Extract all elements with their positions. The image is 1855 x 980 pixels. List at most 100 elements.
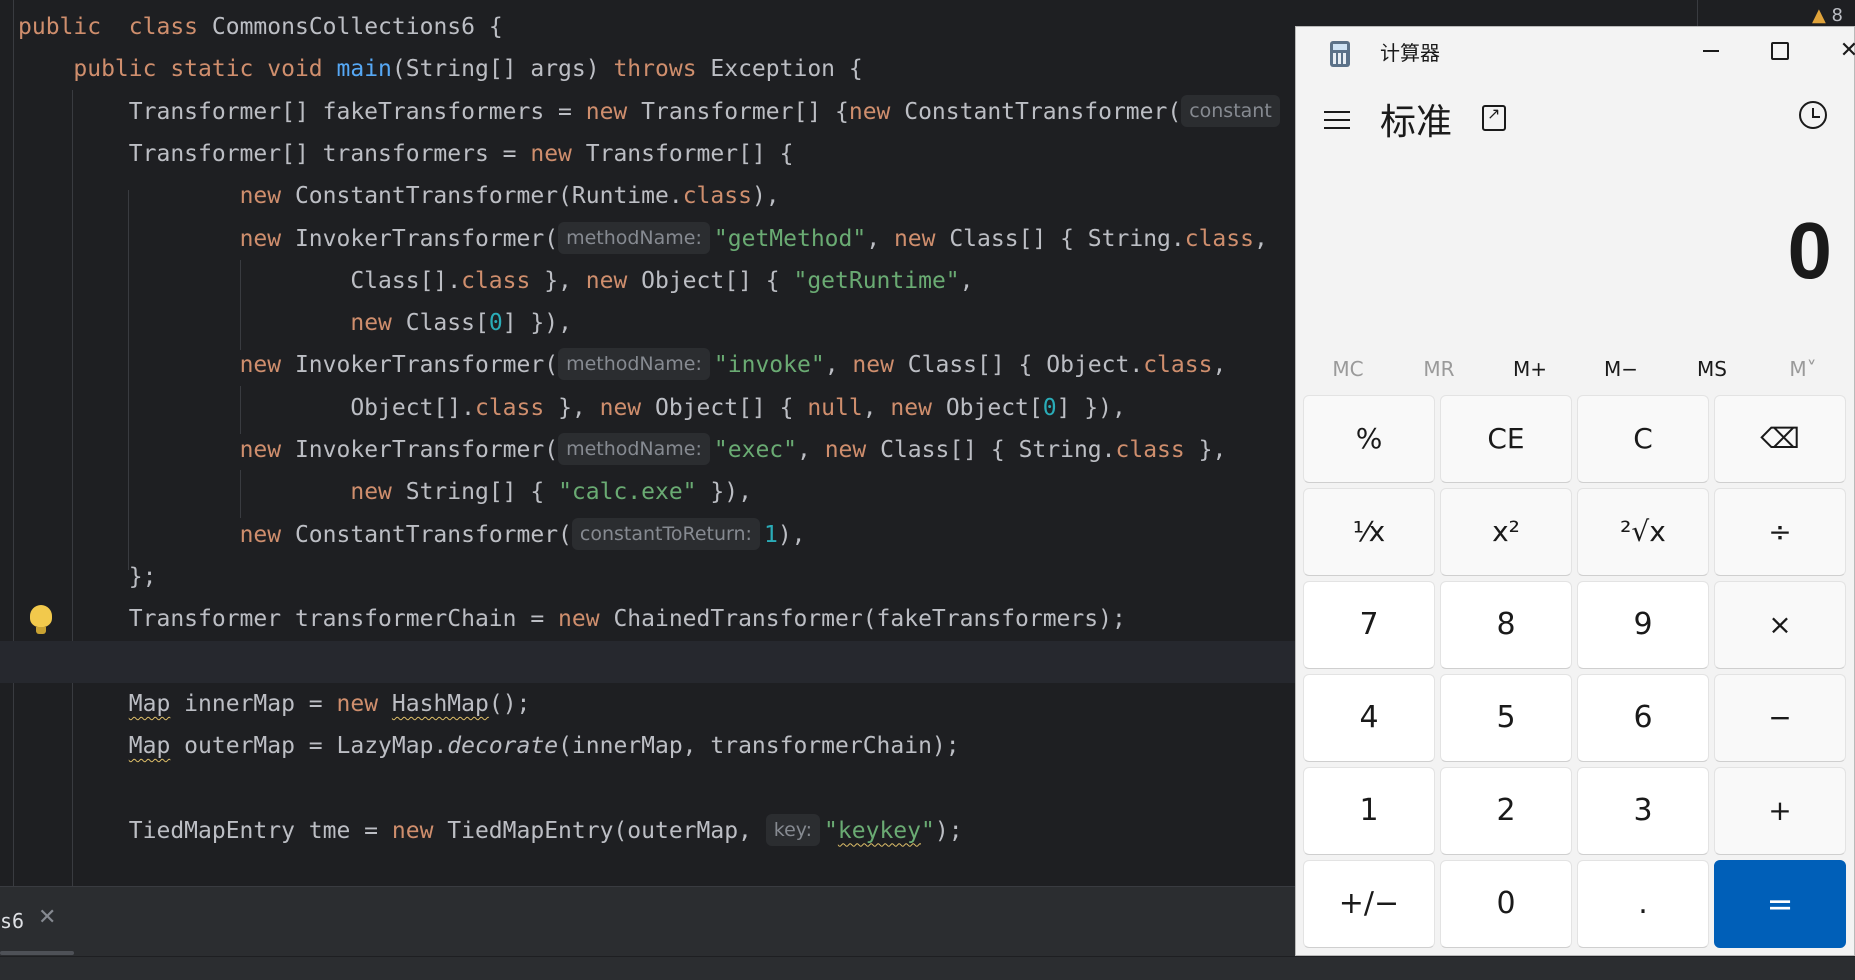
sqrt-key[interactable]: ²√x xyxy=(1577,488,1709,576)
code-line[interactable]: new ConstantTransformer(constantToReturn… xyxy=(18,514,806,556)
code-line[interactable]: new String[] { "calc.exe" }), xyxy=(18,471,752,513)
code-line[interactable]: Map innerMap = new HashMap(); xyxy=(18,683,531,725)
code-token: (String[] args) xyxy=(391,56,614,83)
code-token: Object[] { xyxy=(641,394,808,421)
code-token: 1 xyxy=(763,521,778,548)
code-token: Class[] { Object. xyxy=(893,352,1144,379)
history-icon[interactable] xyxy=(1799,101,1827,129)
parameter-hint: key: xyxy=(765,813,821,846)
code-token: }, xyxy=(544,394,600,421)
code-token: ConstantTransformer( xyxy=(890,98,1182,125)
scroll-indicator[interactable] xyxy=(0,951,74,955)
code-token: public static void xyxy=(73,56,323,83)
menu-button[interactable] xyxy=(1324,109,1350,131)
square-key[interactable]: x² xyxy=(1440,488,1572,576)
memory-button-ms[interactable]: MS xyxy=(1668,345,1756,393)
code-token: 0 xyxy=(1042,394,1057,421)
keep-on-top-icon[interactable] xyxy=(1482,104,1506,131)
multiply-key[interactable]: × xyxy=(1714,581,1846,669)
code-token: public xyxy=(18,14,102,40)
code-token: new xyxy=(852,352,894,379)
code-token: TiedMapEntry tme = xyxy=(18,817,392,844)
code-line[interactable]: new ConstantTransformer(Runtime.class), xyxy=(18,175,780,217)
code-line[interactable]: new InvokerTransformer(methodName: "exec"… xyxy=(18,429,1226,471)
code-token: String[] { xyxy=(391,479,559,506)
code-token: }, xyxy=(530,267,586,294)
code-token: new xyxy=(558,606,600,633)
minus-key[interactable]: − xyxy=(1714,674,1846,762)
code-line[interactable]: }; xyxy=(18,556,157,598)
memory-button-mr[interactable]: MR xyxy=(1395,345,1483,393)
code-token: class xyxy=(461,267,531,294)
code-token: Object[]. xyxy=(18,394,475,421)
memory-button-m[interactable]: M− xyxy=(1577,345,1665,393)
code-line[interactable]: public class CommonsCollections6 { xyxy=(18,6,503,48)
warning-indicator[interactable]: ▲ 8 xyxy=(1812,5,1843,26)
close-icon[interactable]: ✕ xyxy=(38,905,56,930)
memory-button-m+[interactable]: M+ xyxy=(1486,345,1574,393)
decimal-key[interactable]: . xyxy=(1577,860,1709,948)
digit-7-key[interactable]: 7 xyxy=(1303,581,1435,669)
minimize-icon xyxy=(1703,50,1719,52)
digit-0-key[interactable]: 0 xyxy=(1440,860,1572,948)
code-token: "exec" xyxy=(713,437,797,463)
code-token: new xyxy=(350,479,392,506)
code-token: Class[ xyxy=(391,310,489,337)
code-line[interactable]: Class[].class }, new Object[] { "getRunt… xyxy=(18,260,973,302)
code-token: new xyxy=(585,98,628,125)
title-bar[interactable]: 计算器 ✕ xyxy=(1296,27,1855,77)
equals-key[interactable]: = xyxy=(1714,860,1846,948)
code-line[interactable]: Transformer[] transformers = new Transfo… xyxy=(18,133,794,175)
clear-entry-key[interactable]: CE xyxy=(1440,395,1572,483)
lightbulb-icon[interactable] xyxy=(30,605,52,634)
memory-button-mc[interactable]: MC xyxy=(1304,345,1392,393)
reciprocal-key[interactable]: ⅟x xyxy=(1303,488,1435,576)
backspace-key[interactable]: ⌫ xyxy=(1714,395,1846,483)
digit-1-key[interactable]: 1 xyxy=(1303,767,1435,855)
code-line[interactable]: Transformer[] fakeTransformers = new Tra… xyxy=(18,91,1284,133)
code-token: outerMap = LazyMap. xyxy=(170,733,448,760)
plus-key[interactable]: + xyxy=(1714,767,1846,855)
percent-key[interactable]: % xyxy=(1303,395,1435,483)
minimize-button[interactable] xyxy=(1681,31,1741,71)
code-token: new xyxy=(239,437,282,463)
code-token: }, xyxy=(1184,437,1227,463)
code-token: decorate xyxy=(447,733,559,760)
digit-9-key[interactable]: 9 xyxy=(1577,581,1709,669)
clear-key[interactable]: C xyxy=(1577,395,1709,483)
code-token: Transformer transformerChain = xyxy=(18,606,559,633)
close-button[interactable]: ✕ xyxy=(1819,31,1855,71)
code-line[interactable]: new Class[0] }), xyxy=(18,302,572,344)
code-token: CommonsCollections6 { xyxy=(198,14,503,40)
digit-2-key[interactable]: 2 xyxy=(1440,767,1572,855)
close-icon: ✕ xyxy=(1839,38,1855,63)
code-line[interactable]: public static void main(String[] args) t… xyxy=(18,48,862,90)
code-token: new xyxy=(336,690,379,717)
memory-row: MC MR M+ M− MS M˅ xyxy=(1304,345,1848,393)
warning-count: 8 xyxy=(1831,5,1843,26)
code-token: Map xyxy=(128,690,171,717)
code-line[interactable]: TiedMapEntry tme = new TiedMapEntry(oute… xyxy=(18,810,963,852)
digit-6-key[interactable]: 6 xyxy=(1577,674,1709,762)
code-line[interactable]: new InvokerTransformer(methodName: "invok… xyxy=(18,344,1226,386)
code-line[interactable]: Transformer transformerChain = new Chain… xyxy=(18,598,1126,640)
divide-key[interactable]: ÷ xyxy=(1714,488,1846,576)
code-token: new xyxy=(824,437,867,463)
digit-8-key[interactable]: 8 xyxy=(1440,581,1572,669)
code-line[interactable]: Object[].class }, new Object[] { null, n… xyxy=(18,387,1126,429)
code-line[interactable]: Map outerMap = LazyMap.decorate(innerMap… xyxy=(18,725,960,767)
digit-5-key[interactable]: 5 xyxy=(1440,674,1572,762)
code-token: "calc.exe" xyxy=(558,479,697,506)
digit-3-key[interactable]: 3 xyxy=(1577,767,1709,855)
code-token: class xyxy=(1184,225,1254,252)
digit-4-key[interactable]: 4 xyxy=(1303,674,1435,762)
code-token: new xyxy=(239,225,282,252)
maximize-button[interactable] xyxy=(1750,31,1810,71)
tab-label[interactable]: s6 xyxy=(0,909,24,933)
memory-button-m[interactable]: M˅ xyxy=(1759,345,1847,393)
code-line[interactable]: new InvokerTransformer(methodName: "getMe… xyxy=(18,218,1268,260)
negate-key[interactable]: +∕− xyxy=(1303,860,1435,948)
